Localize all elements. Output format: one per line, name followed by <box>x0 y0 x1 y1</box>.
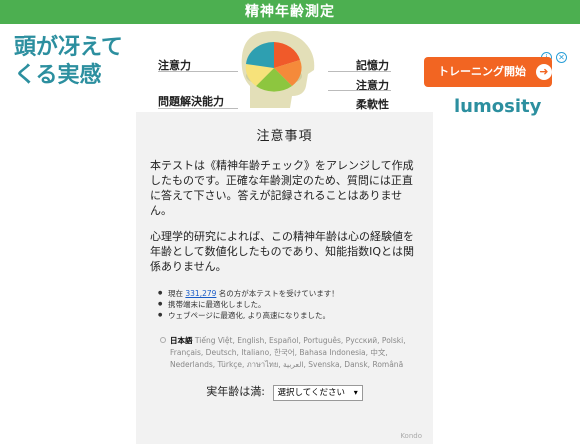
list-item: 携帯端末に最適化しました。 <box>158 299 433 310</box>
info-bullets: 現在 331,279 名の方が本テストを受けています！ 携帯端末に最適化しました… <box>158 288 433 321</box>
language-links[interactable]: Tiếng Việt, English, Español, Português,… <box>170 336 406 369</box>
age-row: 実年齢は満: 選択してください ▾ <box>136 383 433 401</box>
notice-card: 注意事項 本テストは《精神年齢チェック》をアレンジして作成したものです。正確な年… <box>136 112 433 444</box>
credit-text: Kondo <box>400 432 422 440</box>
ad-divider <box>158 108 238 109</box>
age-select[interactable]: 選択してください ▾ <box>272 385 363 401</box>
ad-label-flexibility: 柔軟性 <box>356 98 389 111</box>
close-icon[interactable]: ✕ <box>556 52 567 63</box>
ad-divider <box>328 71 391 72</box>
ad-banner[interactable]: 頭が冴えてくる実感 注意力 問題解決能力 記憶力 注意力 柔軟性 i ✕ トレー… <box>0 24 580 117</box>
ad-divider <box>328 90 391 91</box>
notice-paragraph: 心理学的研究によれば、この精神年齢は心の経験値を年齢として数値化したものであり、… <box>150 230 415 273</box>
radio-icon[interactable] <box>160 337 166 343</box>
ad-cta-label: トレーニング開始 <box>438 65 526 78</box>
ad-label-problem-solving: 問題解決能力 <box>158 95 224 108</box>
page-title: 精神年齢測定 <box>245 4 335 20</box>
current-language: 日本語 <box>170 336 193 345</box>
language-selector[interactable]: 日本語 Tiếng Việt, English, Español, Portug… <box>160 335 419 371</box>
ad-divider <box>158 71 238 72</box>
brain-pie-graphic <box>241 31 315 108</box>
chevron-down-icon: ▾ <box>353 388 358 397</box>
ad-headline[interactable]: 頭が冴えてくる実感 <box>14 34 144 90</box>
ad-cta-button[interactable]: トレーニング開始 ➜ <box>424 57 552 87</box>
arrow-right-icon: ➜ <box>535 64 552 80</box>
list-item: 現在 331,279 名の方が本テストを受けています！ <box>158 288 433 299</box>
page-header: 精神年齢測定 <box>0 0 580 24</box>
list-item: ウェブページに最適化, より高速になりました。 <box>158 310 433 321</box>
notice-paragraph: 本テストは《精神年齢チェック》をアレンジして作成したものです。正確な年齢測定のた… <box>150 159 414 217</box>
participant-count-link[interactable]: 331,279 <box>185 289 216 298</box>
age-label: 実年齢は満: <box>206 385 265 398</box>
ad-brand-logo[interactable]: lumosity <box>454 96 541 117</box>
notice-title: 注意事項 <box>256 129 313 144</box>
